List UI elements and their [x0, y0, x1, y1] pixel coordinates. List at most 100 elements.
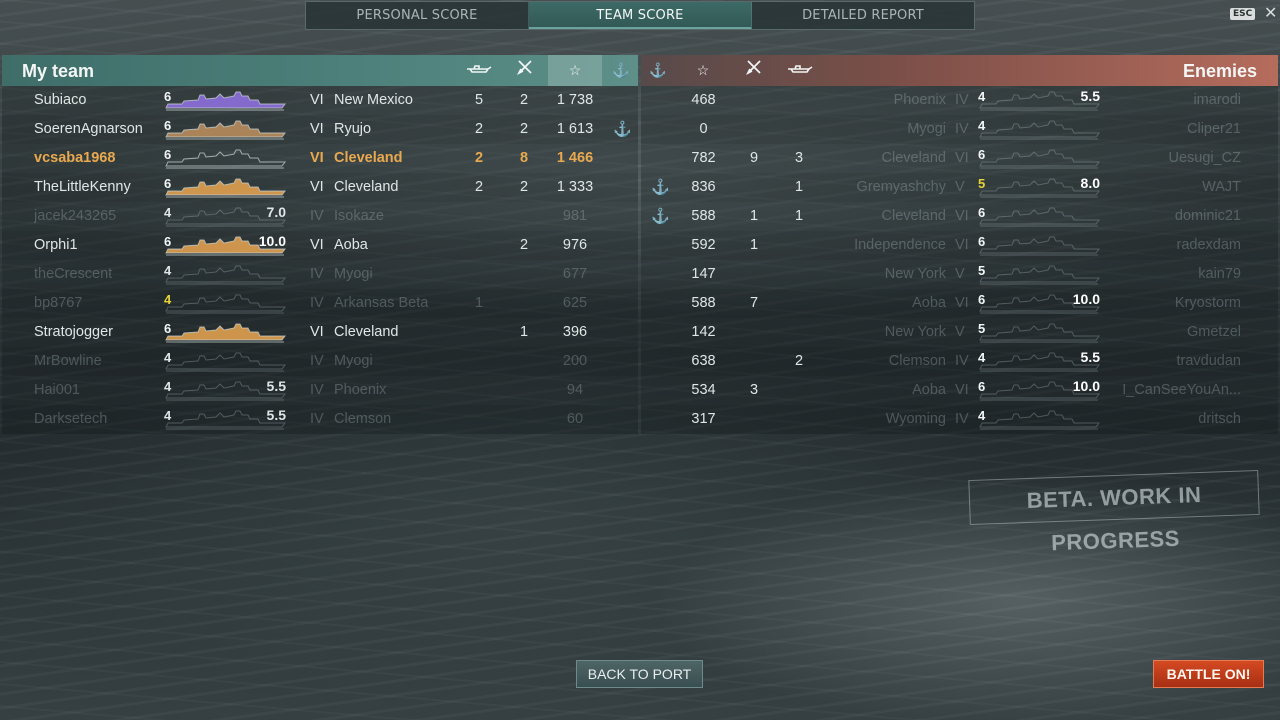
- tier-level-badge: 5: [978, 263, 986, 278]
- table-row[interactable]: ⚓ 836 1 Gremyashchy V 5 8.0 WAJT: [641, 173, 1278, 202]
- tier-level-badge: 5: [978, 321, 986, 336]
- table-row[interactable]: 588 7 Aoba VI 6 10.0 Kryostorm: [641, 289, 1278, 318]
- xp-multiplier: 8.0: [1080, 175, 1100, 191]
- ships-destroyed-count: 3: [794, 150, 804, 166]
- score-value: 625: [562, 295, 588, 311]
- table-row[interactable]: Darksetech 4 5.5 IV Clemson 60: [2, 405, 638, 434]
- score-star-icon[interactable]: ☆: [684, 55, 722, 86]
- ship-tier: IV: [310, 266, 324, 282]
- back-to-port-button[interactable]: BACK TO PORT: [576, 660, 703, 688]
- ships-destroyed-count: 1: [794, 208, 804, 224]
- score-value: 317: [691, 411, 716, 427]
- player-name: travdudan: [1176, 353, 1242, 369]
- table-row[interactable]: bp8767 4 IV Arkansas Beta 1 625: [2, 289, 638, 318]
- my-team-panel: My team ☆ ⚓ Subiaco 6 VI New Mexico 5 2 1 738 S…: [2, 55, 638, 434]
- ship-silhouette-icon: 4: [978, 408, 1100, 430]
- ships-destroyed-icon[interactable]: [460, 55, 498, 86]
- ship-tier: VI: [310, 121, 324, 137]
- ship-silhouette-icon: 6 10.0: [164, 233, 286, 256]
- table-row[interactable]: Subiaco 6 VI New Mexico 5 2 1 738: [2, 86, 638, 115]
- score-star-icon[interactable]: ☆: [548, 55, 602, 86]
- ships-destroyed-icon[interactable]: [781, 55, 819, 86]
- ship-name: Cleveland: [334, 324, 399, 340]
- table-row[interactable]: vcsaba1968 6 VI Cleveland 2 8 1 466: [2, 144, 638, 173]
- ship-silhouette-icon: 6: [164, 176, 286, 198]
- table-row[interactable]: 0 Myogi IV 4 Cliper21: [641, 115, 1278, 144]
- tier-level-badge: 6: [164, 321, 172, 336]
- table-row[interactable]: 142 New York V 5 Gmetzel: [641, 318, 1278, 347]
- score-value: 976: [562, 237, 588, 253]
- ship-silhouette-icon: 5 8.0: [978, 175, 1100, 198]
- table-row[interactable]: 592 1 Independence VI 6 radexdam: [641, 231, 1278, 260]
- ship-tier: V: [955, 324, 965, 340]
- ship-tier: IV: [955, 121, 969, 137]
- base-capture-anchor-icon[interactable]: ⚓: [639, 55, 677, 86]
- planes-destroyed-icon[interactable]: [506, 55, 544, 86]
- tier-level-badge: 6: [978, 147, 986, 162]
- ships-destroyed-count: 2: [474, 179, 484, 195]
- player-name: Uesugi_CZ: [1168, 150, 1241, 166]
- ship-name: Cleveland: [334, 179, 399, 195]
- ship-silhouette-icon: 6 10.0: [978, 378, 1100, 401]
- ship-silhouette-icon: 4 5.5: [978, 88, 1100, 111]
- table-row[interactable]: 534 3 Aoba VI 6 10.0 I_CanSeeYouAn...: [641, 376, 1278, 405]
- table-row[interactable]: theCrescent 4 IV Myogi 677: [2, 260, 638, 289]
- player-name: Subiaco: [34, 92, 87, 108]
- tab-team-score[interactable]: TEAM SCORE: [529, 2, 752, 29]
- planes-destroyed-count: 2: [519, 237, 529, 253]
- tab-detailed-report[interactable]: DETAILED REPORT: [752, 2, 974, 29]
- score-value: 1 466: [556, 150, 594, 166]
- table-row[interactable]: TheLittleKenny 6 VI Cleveland 2 2 1 333: [2, 173, 638, 202]
- player-name: dominic21: [1174, 208, 1241, 224]
- ship-silhouette-icon: 4 7.0: [164, 204, 286, 227]
- ship-silhouette-icon: 4 5.5: [164, 378, 286, 401]
- score-value: 1 738: [556, 92, 594, 108]
- planes-destroyed-count: 1: [519, 324, 529, 340]
- ship-name: New Mexico: [334, 92, 413, 108]
- ships-destroyed-count: 1: [474, 295, 484, 311]
- table-row[interactable]: MrBowline 4 IV Myogi 200: [2, 347, 638, 376]
- tier-level-badge: 5: [978, 176, 986, 191]
- ship-silhouette-icon: 4: [164, 292, 286, 314]
- ship-name: Myogi: [907, 121, 946, 137]
- xp-multiplier: 5.5: [266, 378, 286, 394]
- ship-tier: VI: [310, 150, 324, 166]
- score-value: 468: [691, 92, 716, 108]
- table-row[interactable]: 468 Phoenix IV 4 5.5 imarodi: [641, 86, 1278, 115]
- tier-level-badge: 4: [978, 408, 986, 423]
- tier-level-badge: 6: [164, 89, 172, 104]
- table-row[interactable]: 317 Wyoming IV 4 dritsch: [641, 405, 1278, 434]
- table-row[interactable]: Orphi1 6 10.0 VI Aoba 2 976: [2, 231, 638, 260]
- tier-level-badge: 4: [164, 408, 172, 423]
- ship-silhouette-icon: 6: [978, 147, 1100, 169]
- battle-on-button[interactable]: BATTLE ON!: [1153, 660, 1264, 688]
- table-row[interactable]: SoerenAgnarson 6 VI Ryujo 2 2 1 613 ⚓: [2, 115, 638, 144]
- table-row[interactable]: Stratojogger 6 VI Cleveland 1 396: [2, 318, 638, 347]
- planes-destroyed-icon[interactable]: [735, 55, 773, 86]
- base-capture-anchor-icon[interactable]: ⚓: [602, 55, 640, 86]
- planes-destroyed-count: 1: [749, 237, 759, 253]
- close-icon[interactable]: ✕: [1264, 3, 1277, 22]
- table-row[interactable]: ⚓ 588 1 1 Cleveland VI 6 dominic21: [641, 202, 1278, 231]
- score-value: 60: [566, 411, 584, 427]
- tab-personal-score[interactable]: PERSONAL SCORE: [306, 2, 529, 29]
- ships-destroyed-count: 1: [794, 179, 804, 195]
- ship-tier: VI: [955, 382, 969, 398]
- table-row[interactable]: 638 2 Clemson IV 4 5.5 travdudan: [641, 347, 1278, 376]
- my-team-rows: Subiaco 6 VI New Mexico 5 2 1 738 SoerenAgnarso…: [2, 86, 638, 434]
- score-tabs: PERSONAL SCORE TEAM SCORE DETAILED REPOR…: [305, 1, 975, 30]
- player-name: Kryostorm: [1174, 295, 1241, 311]
- table-row[interactable]: 782 9 3 Cleveland VI 6 Uesugi_CZ: [641, 144, 1278, 173]
- esc-key-hint: ESC: [1230, 8, 1256, 20]
- player-name: kain79: [1198, 266, 1241, 282]
- player-name: Stratojogger: [34, 324, 113, 340]
- score-value: 677: [562, 266, 588, 282]
- planes-destroyed-count: 3: [749, 382, 759, 398]
- ship-name: Myogi: [334, 266, 373, 282]
- tier-level-badge: 4: [978, 118, 986, 133]
- table-row[interactable]: jacek243265 4 7.0 IV Isokaze 981: [2, 202, 638, 231]
- ship-silhouette-icon: 6: [164, 89, 286, 111]
- tier-level-badge: 6: [164, 234, 172, 249]
- table-row[interactable]: 147 New York V 5 kain79: [641, 260, 1278, 289]
- table-row[interactable]: Hai001 4 5.5 IV Phoenix 94: [2, 376, 638, 405]
